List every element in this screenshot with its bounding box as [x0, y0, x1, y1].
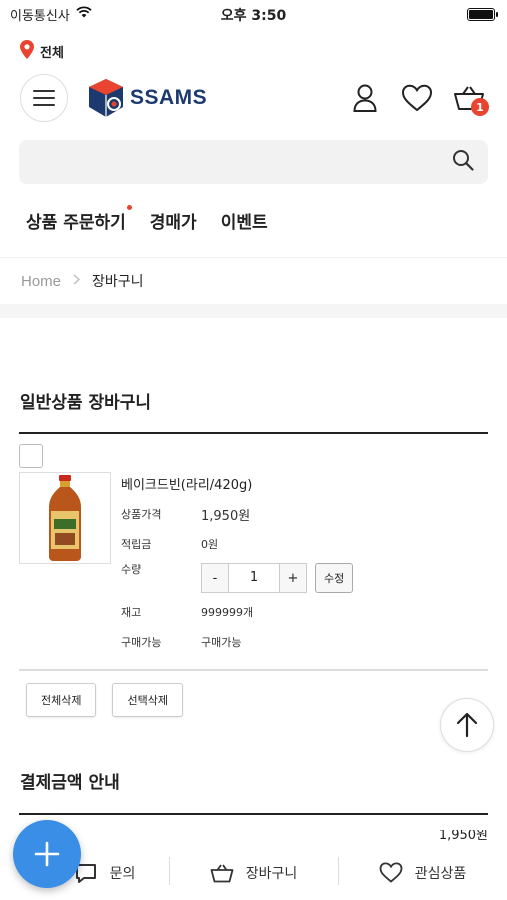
delete-selected-button[interactable]: 선택삭제	[112, 683, 183, 717]
heart-icon	[379, 862, 403, 883]
status-time: 오후 3:50	[220, 8, 287, 24]
floating-action-button[interactable]	[13, 820, 81, 888]
logo[interactable]: SSAMS	[86, 77, 207, 119]
item-details: 베이크드빈(라리/420g) 상품가격 1,950원 적립금 0원 수량 - 1…	[121, 472, 488, 657]
cart-actions: 전체삭제 선택삭제	[0, 671, 507, 717]
nav-item-auction[interactable]: 경매가	[150, 208, 197, 233]
nav-item-label: 상품 주문하기	[26, 213, 126, 233]
payment-amount: 1,950원	[438, 830, 488, 842]
quantity-stepper: - 1 + 수정	[201, 563, 354, 593]
search-input[interactable]	[33, 140, 452, 184]
product-bottle-image	[49, 475, 81, 561]
location-pin-icon	[20, 39, 34, 63]
cart-section-title: 일반상품 장바구니	[20, 393, 152, 413]
points-label: 적립금	[121, 538, 152, 551]
quantity-row: 수량 - 1 + 수정	[121, 559, 488, 597]
points-row: 적립금 0원	[121, 529, 488, 559]
wishlist-button[interactable]	[399, 80, 435, 116]
quantity-label: 수량	[121, 563, 142, 576]
bottom-nav-wishlist-label: 관심상품	[414, 865, 467, 882]
product-name[interactable]: 베이크드빈(라리/420g)	[121, 473, 488, 499]
quantity-decrease-button[interactable]: -	[201, 563, 229, 593]
cart-item: 베이크드빈(라리/420g) 상품가격 1,950원 적립금 0원 수량 - 1…	[0, 434, 507, 657]
nav-item-event[interactable]: 이벤트	[221, 208, 268, 233]
location-selector[interactable]: 전체	[0, 34, 507, 68]
cart-button[interactable]: 1	[451, 80, 489, 116]
quantity-input[interactable]: 1	[229, 563, 279, 593]
availability-row: 구매가능 구매가능	[121, 627, 488, 657]
chevron-right-icon	[73, 274, 80, 288]
price-row: 상품가격 1,950원	[121, 499, 488, 529]
wifi-icon	[76, 6, 92, 22]
points-value: 0원	[201, 538, 219, 551]
app-header: SSAMS 1	[0, 68, 507, 128]
item-checkbox[interactable]	[19, 444, 43, 468]
breadcrumb: Home 장바구니	[0, 258, 507, 304]
arrow-up-icon	[456, 712, 478, 738]
main-nav: 상품 주문하기 경매가 이벤트	[0, 184, 507, 258]
stock-value: 999999개	[201, 606, 254, 619]
new-indicator-dot	[126, 205, 132, 210]
delete-all-button[interactable]: 전체삭제	[26, 683, 97, 717]
quantity-update-button[interactable]: 수정	[315, 563, 354, 593]
menu-button[interactable]	[20, 74, 68, 122]
plus-icon	[34, 841, 60, 867]
bottom-nav-inquiry-label: 문의	[109, 865, 136, 882]
search-bar	[19, 140, 488, 184]
price-value: 1,950원	[201, 508, 251, 524]
header-icons: 1	[347, 80, 489, 116]
scroll-to-top-button[interactable]	[440, 698, 494, 752]
price-label: 상품가격	[121, 508, 162, 521]
section-divider	[0, 304, 507, 318]
basket-icon	[210, 863, 234, 882]
carrier-label: 이동통신사	[10, 8, 70, 24]
stock-label: 재고	[121, 606, 142, 619]
account-button[interactable]	[347, 80, 383, 116]
bottom-nav-wishlist[interactable]: 관심상품	[338, 845, 507, 900]
bottom-nav-cart[interactable]: 장바구니	[169, 845, 338, 900]
breadcrumb-current: 장바구니	[92, 274, 144, 290]
logo-text: SSAMS	[130, 86, 208, 109]
product-thumbnail[interactable]	[19, 472, 111, 564]
search-icon[interactable]	[452, 149, 474, 175]
breadcrumb-home[interactable]: Home	[21, 273, 61, 290]
bottom-nav-cart-label: 장바구니	[245, 865, 298, 882]
logo-box-icon	[89, 79, 123, 117]
status-bar: 이동통신사 오후 3:50	[0, 0, 507, 28]
availability-value: 구매가능	[201, 636, 242, 649]
nav-item-label: 경매가	[149, 213, 197, 233]
quantity-increase-button[interactable]: +	[279, 563, 307, 593]
user-icon	[353, 84, 377, 112]
availability-label: 구매가능	[121, 636, 162, 649]
payment-section-title: 결제금액 안내	[20, 773, 120, 793]
payment-title-rule	[19, 813, 488, 815]
hamburger-icon	[33, 90, 55, 106]
location-label: 전체	[40, 45, 64, 61]
stock-row: 재고 999999개	[121, 597, 488, 627]
status-left: 이동통신사	[10, 5, 92, 24]
battery-icon	[467, 7, 498, 21]
cart-count-badge: 1	[471, 98, 489, 116]
nav-item-label: 이벤트	[220, 213, 268, 233]
heart-icon	[401, 84, 433, 112]
nav-item-order[interactable]: 상품 주문하기	[26, 205, 132, 233]
